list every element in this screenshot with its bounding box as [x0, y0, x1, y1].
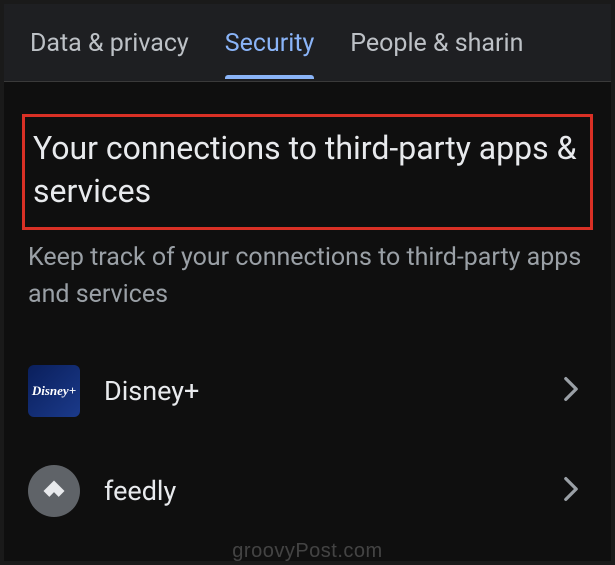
- chevron-right-icon: [563, 376, 579, 406]
- section-description: Keep track of your connections to third-…: [22, 240, 593, 341]
- app-row-disney[interactable]: Disney+ Disney+: [22, 341, 593, 441]
- app-name-label: Disney+: [104, 375, 539, 407]
- disney-plus-icon: Disney+: [28, 365, 80, 417]
- content-area: Your connections to third-party apps & s…: [4, 82, 611, 541]
- tab-data-privacy[interactable]: Data & privacy: [12, 9, 207, 76]
- watermark: groovyPost.com: [232, 540, 382, 563]
- section-title-highlight: Your connections to third-party apps & s…: [22, 114, 593, 230]
- app-name-label: feedly: [104, 475, 539, 507]
- app-row-feedly[interactable]: feedly: [22, 441, 593, 541]
- tab-security[interactable]: Security: [207, 9, 333, 76]
- tab-people-sharing[interactable]: People & sharin: [332, 9, 541, 76]
- section-title: Your connections to third-party apps & s…: [33, 127, 582, 213]
- tabs-bar: Data & privacy Security People & sharin: [4, 4, 611, 82]
- feedly-icon: [28, 465, 80, 517]
- app-list: Disney+ Disney+ feedly: [22, 341, 593, 541]
- chevron-right-icon: [563, 476, 579, 506]
